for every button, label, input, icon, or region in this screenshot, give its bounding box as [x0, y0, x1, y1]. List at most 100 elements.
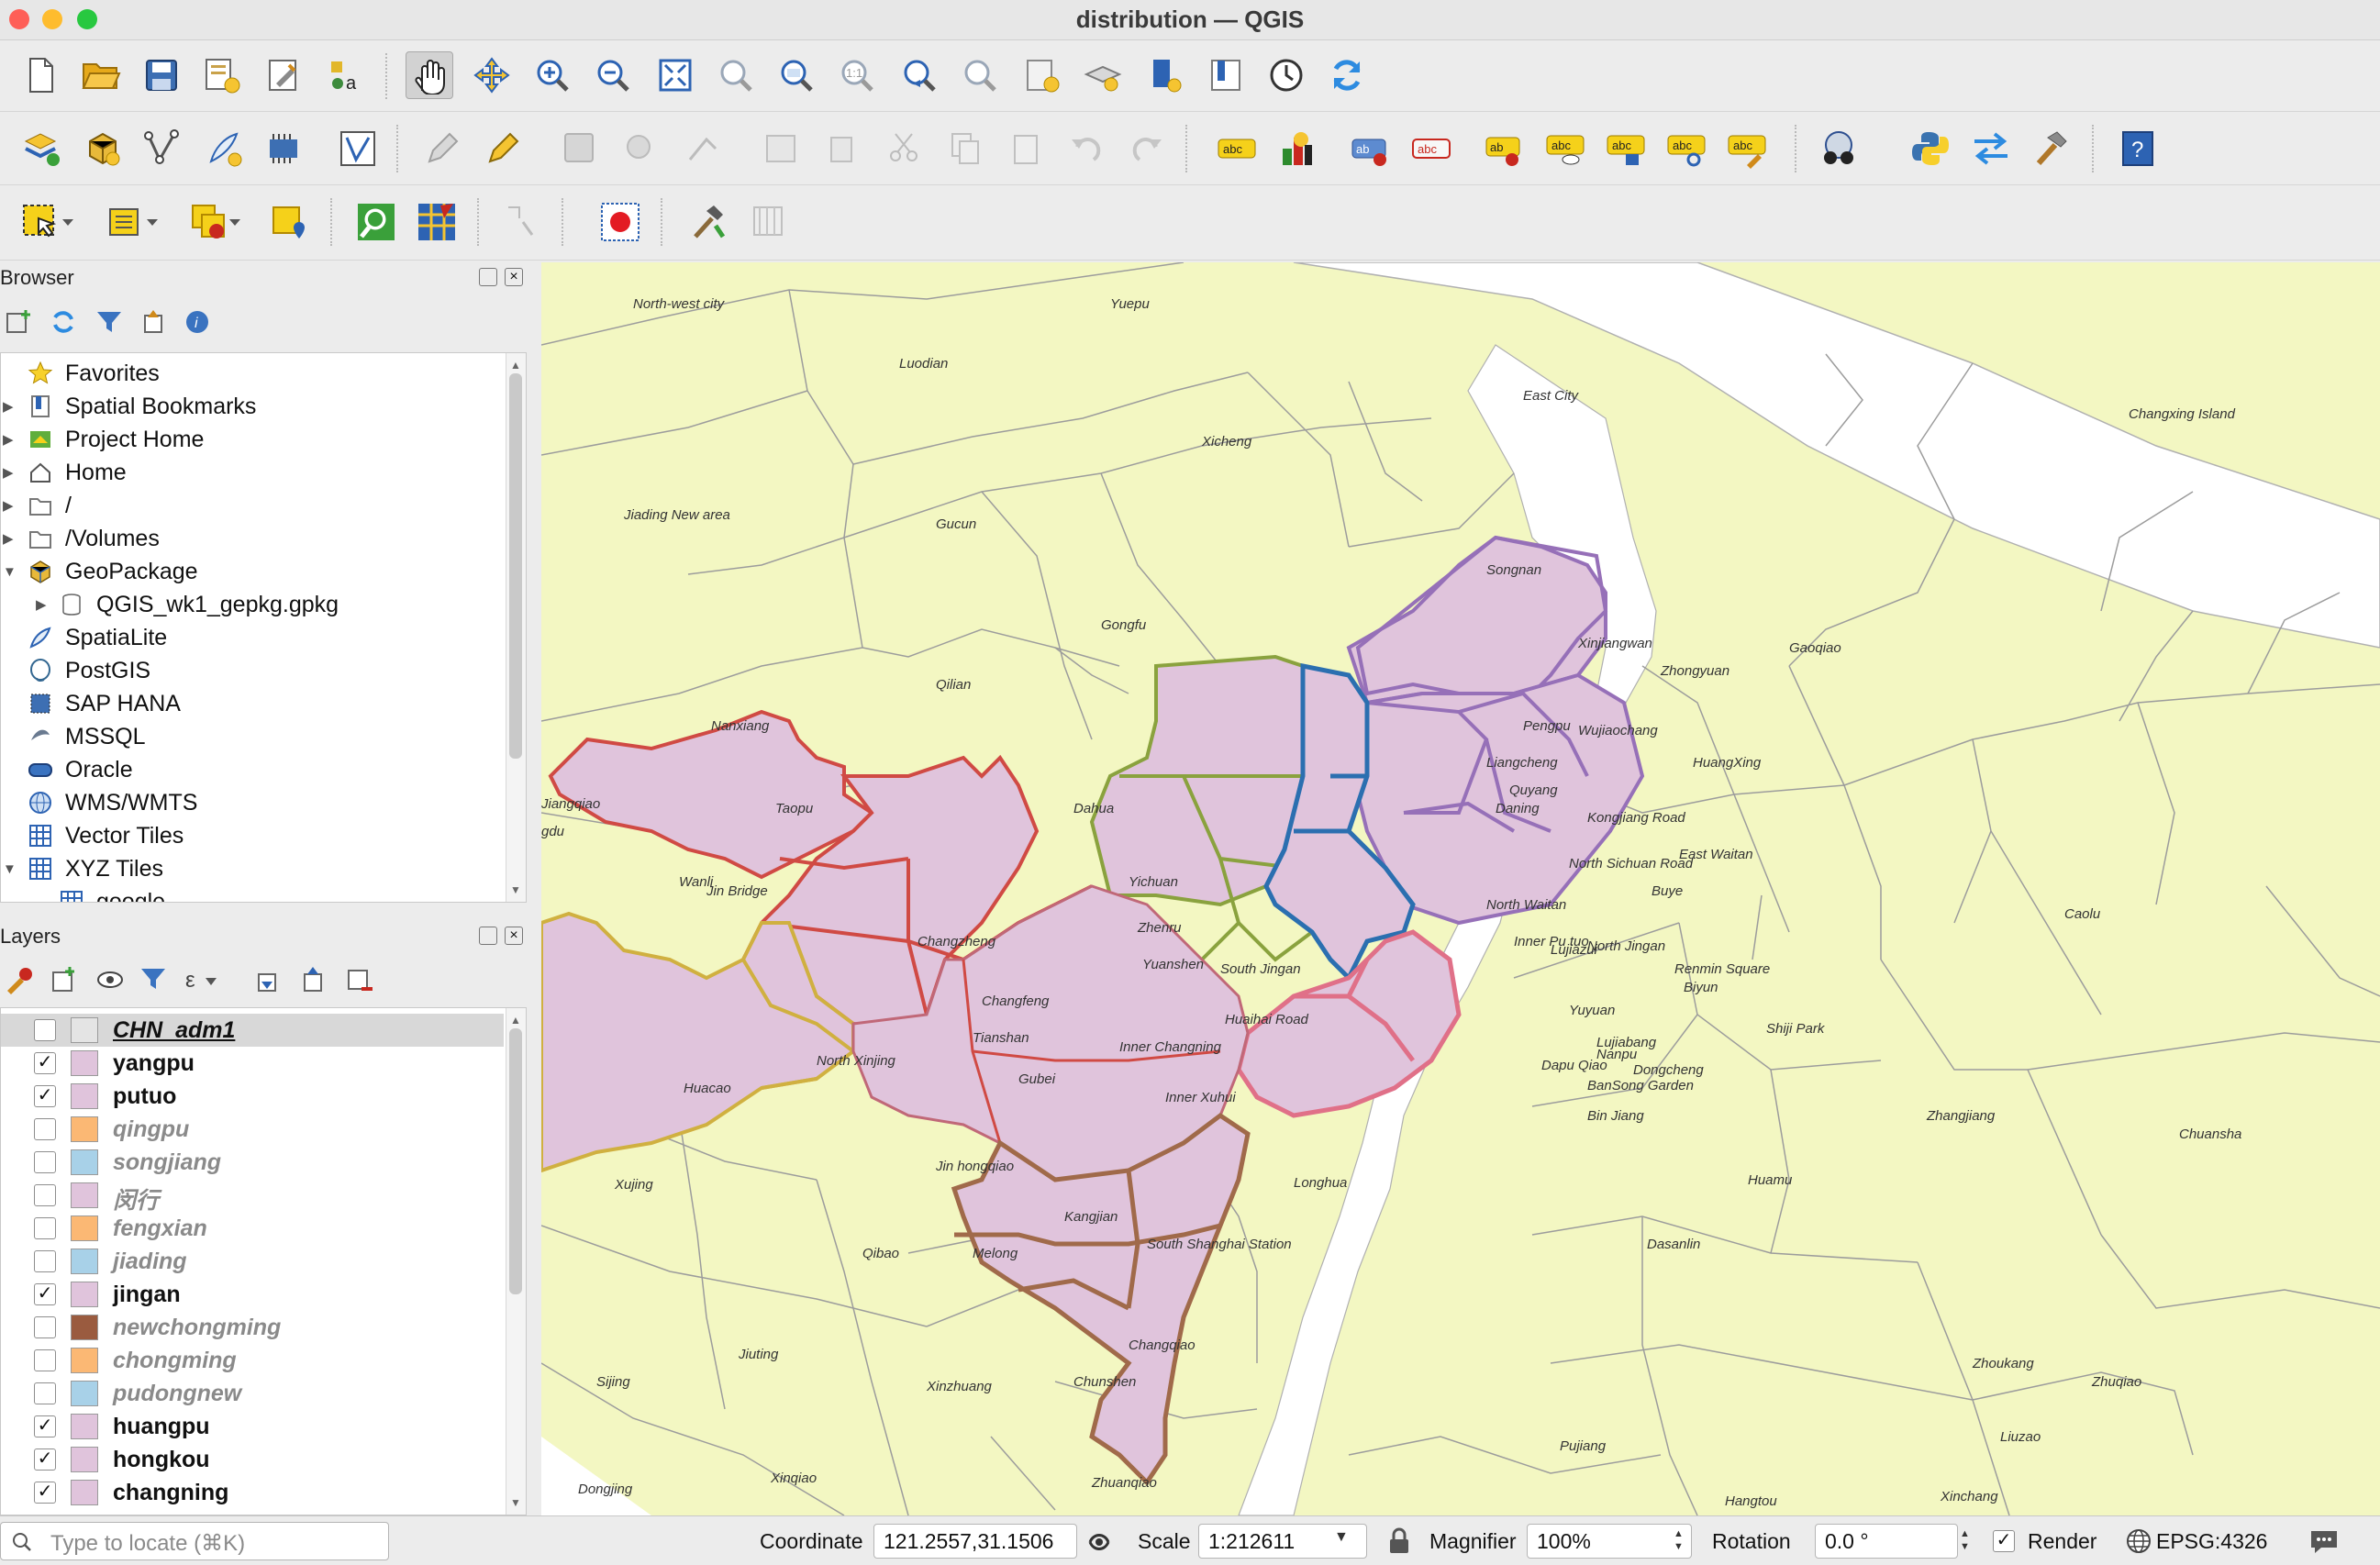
layer-visibility-checkbox[interactable]: ✓: [34, 1448, 56, 1471]
refresh-browser-icon[interactable]: [50, 308, 77, 340]
expand-arrow-icon[interactable]: ▶: [3, 431, 14, 448]
toggle-editing-icon[interactable]: [418, 125, 466, 172]
layer-visibility-checkbox[interactable]: ✓: [34, 1482, 56, 1504]
collapse-all-icon[interactable]: [139, 308, 167, 340]
layer-symbol-swatch[interactable]: [71, 1017, 98, 1043]
zoom-next-icon[interactable]: [956, 51, 1004, 99]
layer-row[interactable]: pudongnew: [1, 1377, 504, 1410]
zoom-to-layer-icon[interactable]: [773, 51, 820, 99]
open-attribute-table-icon[interactable]: [413, 198, 461, 246]
layer-row[interactable]: 闵行: [1, 1179, 504, 1214]
show-bookmarks-icon[interactable]: [1141, 51, 1189, 99]
layer-symbol-swatch[interactable]: [71, 1315, 98, 1340]
new-temporary-layer-icon[interactable]: [334, 125, 382, 172]
layer-symbol-swatch[interactable]: [71, 1282, 98, 1307]
layer-row[interactable]: songjiang: [1, 1146, 504, 1179]
browser-item[interactable]: SpatiaLite: [1, 621, 167, 654]
metasearch-icon[interactable]: [1815, 125, 1863, 172]
layer-visibility-checkbox[interactable]: [34, 1118, 56, 1140]
layer-row[interactable]: ✓ hongkou: [1, 1443, 504, 1476]
layer-diagram-icon[interactable]: [1273, 125, 1321, 172]
locator-bar[interactable]: Type to locate (⌘K): [0, 1522, 389, 1560]
expand-arrow-icon[interactable]: ▶: [3, 497, 14, 514]
processing-toolbox-swap-icon[interactable]: [1967, 125, 2015, 172]
layer-labeling-icon[interactable]: abc: [1213, 125, 1261, 172]
layer-visibility-checkbox[interactable]: [34, 1019, 56, 1041]
browser-item[interactable]: PostGIS: [1, 654, 150, 687]
float-panel-icon[interactable]: [479, 268, 497, 286]
layer-visibility-checkbox[interactable]: [34, 1250, 56, 1272]
save-edits-icon[interactable]: [556, 125, 604, 172]
layer-symbol-swatch[interactable]: [71, 1348, 98, 1373]
remove-layer-icon[interactable]: [345, 965, 374, 999]
identify-features-icon[interactable]: [352, 198, 400, 246]
manage-visibility-icon[interactable]: [95, 965, 125, 999]
layer-visibility-checkbox[interactable]: [34, 1151, 56, 1173]
paste-features-icon[interactable]: [1002, 125, 1050, 172]
layer-symbol-swatch[interactable]: [71, 1447, 98, 1472]
render-checkbox[interactable]: ✓: [1993, 1530, 2015, 1552]
rotation-field[interactable]: 0.0 °: [1815, 1524, 1958, 1559]
zoom-last-icon[interactable]: [895, 51, 943, 99]
style-manager-icon[interactable]: a: [321, 51, 369, 99]
zoom-to-selection-icon[interactable]: [712, 51, 760, 99]
vertex-tool-icon[interactable]: [679, 125, 727, 172]
add-group-icon[interactable]: [50, 965, 79, 999]
select-dropdown-icon[interactable]: [55, 198, 81, 246]
zoom-in-icon[interactable]: [528, 51, 576, 99]
layer-visibility-checkbox[interactable]: [34, 1184, 56, 1206]
add-selected-layers-icon[interactable]: [6, 308, 33, 340]
new-map-view-icon[interactable]: [1079, 51, 1127, 99]
python-console-icon[interactable]: [1907, 125, 1954, 172]
browser-item[interactable]: ▶ /Volumes: [1, 522, 160, 555]
copy-features-icon[interactable]: [941, 125, 989, 172]
new-virtual-layer-icon[interactable]: [261, 125, 308, 172]
layer-symbol-swatch[interactable]: [71, 1083, 98, 1109]
close-panel-icon[interactable]: ×: [505, 268, 523, 286]
new-bookmark-icon[interactable]: [1018, 51, 1066, 99]
browser-item[interactable]: ▶ Home: [1, 456, 127, 489]
browser-item[interactable]: ▶ Project Home: [1, 423, 204, 456]
save-as-icon[interactable]: [198, 51, 246, 99]
layer-symbol-swatch[interactable]: [71, 1215, 98, 1241]
scale-dropdown-icon[interactable]: ▼: [1334, 1529, 1349, 1546]
lock-scale-icon[interactable]: [1387, 1527, 1411, 1555]
help-icon[interactable]: ?: [2114, 125, 2162, 172]
highlight-pinned-icon[interactable]: abc: [1407, 125, 1455, 172]
browser-item[interactable]: Oracle: [1, 753, 133, 786]
expand-all-icon[interactable]: [253, 965, 283, 999]
expand-arrow-icon[interactable]: ▶: [3, 398, 14, 415]
temporal-controller-icon[interactable]: [1262, 51, 1310, 99]
layer-symbol-swatch[interactable]: [71, 1116, 98, 1142]
layer-row[interactable]: CHN_adm1: [1, 1014, 504, 1047]
expand-arrow-icon[interactable]: ▶: [3, 464, 14, 481]
layer-row[interactable]: ✓ changning: [1, 1476, 504, 1509]
select-by-value-dropdown-icon[interactable]: [139, 198, 165, 246]
layer-symbol-swatch[interactable]: [71, 1182, 98, 1208]
modify-attributes-icon[interactable]: [758, 125, 806, 172]
crs-globe-icon[interactable]: [2125, 1527, 2152, 1555]
change-label-icon[interactable]: abc: [1663, 125, 1710, 172]
pan-to-selection-icon[interactable]: [468, 51, 516, 99]
collapse-arrow-icon[interactable]: ▼: [3, 861, 17, 877]
spatial-bookmarks-icon[interactable]: [1202, 51, 1250, 99]
layer-visibility-checkbox[interactable]: [34, 1217, 56, 1239]
magnifier-stepper-icon[interactable]: ▲ ▼: [1674, 1527, 1684, 1553]
select-by-location-icon[interactable]: [266, 198, 314, 246]
map-tips-icon[interactable]: [596, 198, 644, 246]
data-source-manager-icon[interactable]: [18, 125, 66, 172]
plugin-manage-icon[interactable]: [745, 198, 793, 246]
zoom-out-icon[interactable]: [589, 51, 637, 99]
add-feature-icon[interactable]: [617, 125, 664, 172]
refresh-icon[interactable]: [1323, 51, 1371, 99]
collapse-arrow-icon[interactable]: ▼: [3, 564, 17, 580]
properties-info-icon[interactable]: i: [184, 308, 211, 340]
pin-labels-icon[interactable]: ab: [1347, 125, 1395, 172]
layer-symbol-swatch[interactable]: [71, 1149, 98, 1175]
new-shapefile-icon[interactable]: [139, 125, 187, 172]
magnifier-field[interactable]: 100%: [1527, 1524, 1692, 1559]
browser-item[interactable]: ▼ GeoPackage: [1, 555, 198, 588]
layer-symbol-swatch[interactable]: [71, 1480, 98, 1505]
print-layout-icon[interactable]: [261, 51, 308, 99]
undo-icon[interactable]: [1062, 125, 1110, 172]
